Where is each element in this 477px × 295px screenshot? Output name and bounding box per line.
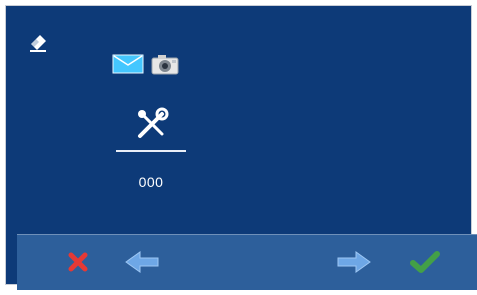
confirm-button[interactable]: [407, 247, 443, 277]
check-icon: [410, 250, 440, 274]
bottom-toolbar: [17, 234, 477, 290]
status-icons: [112, 52, 180, 81]
arrow-left-icon: [124, 249, 162, 275]
camera-icon: [150, 52, 180, 81]
close-icon: [66, 250, 90, 274]
arrow-right-icon: [334, 249, 372, 275]
divider: [116, 150, 186, 152]
value-display: 000: [138, 174, 164, 190]
cancel-button[interactable]: [60, 247, 96, 277]
tools-icon: [132, 106, 170, 144]
back-button[interactable]: [125, 247, 161, 277]
mail-icon: [112, 53, 144, 80]
device-screen: 000: [5, 5, 477, 290]
forward-button[interactable]: [335, 247, 371, 277]
eraser-icon[interactable]: [27, 31, 49, 53]
